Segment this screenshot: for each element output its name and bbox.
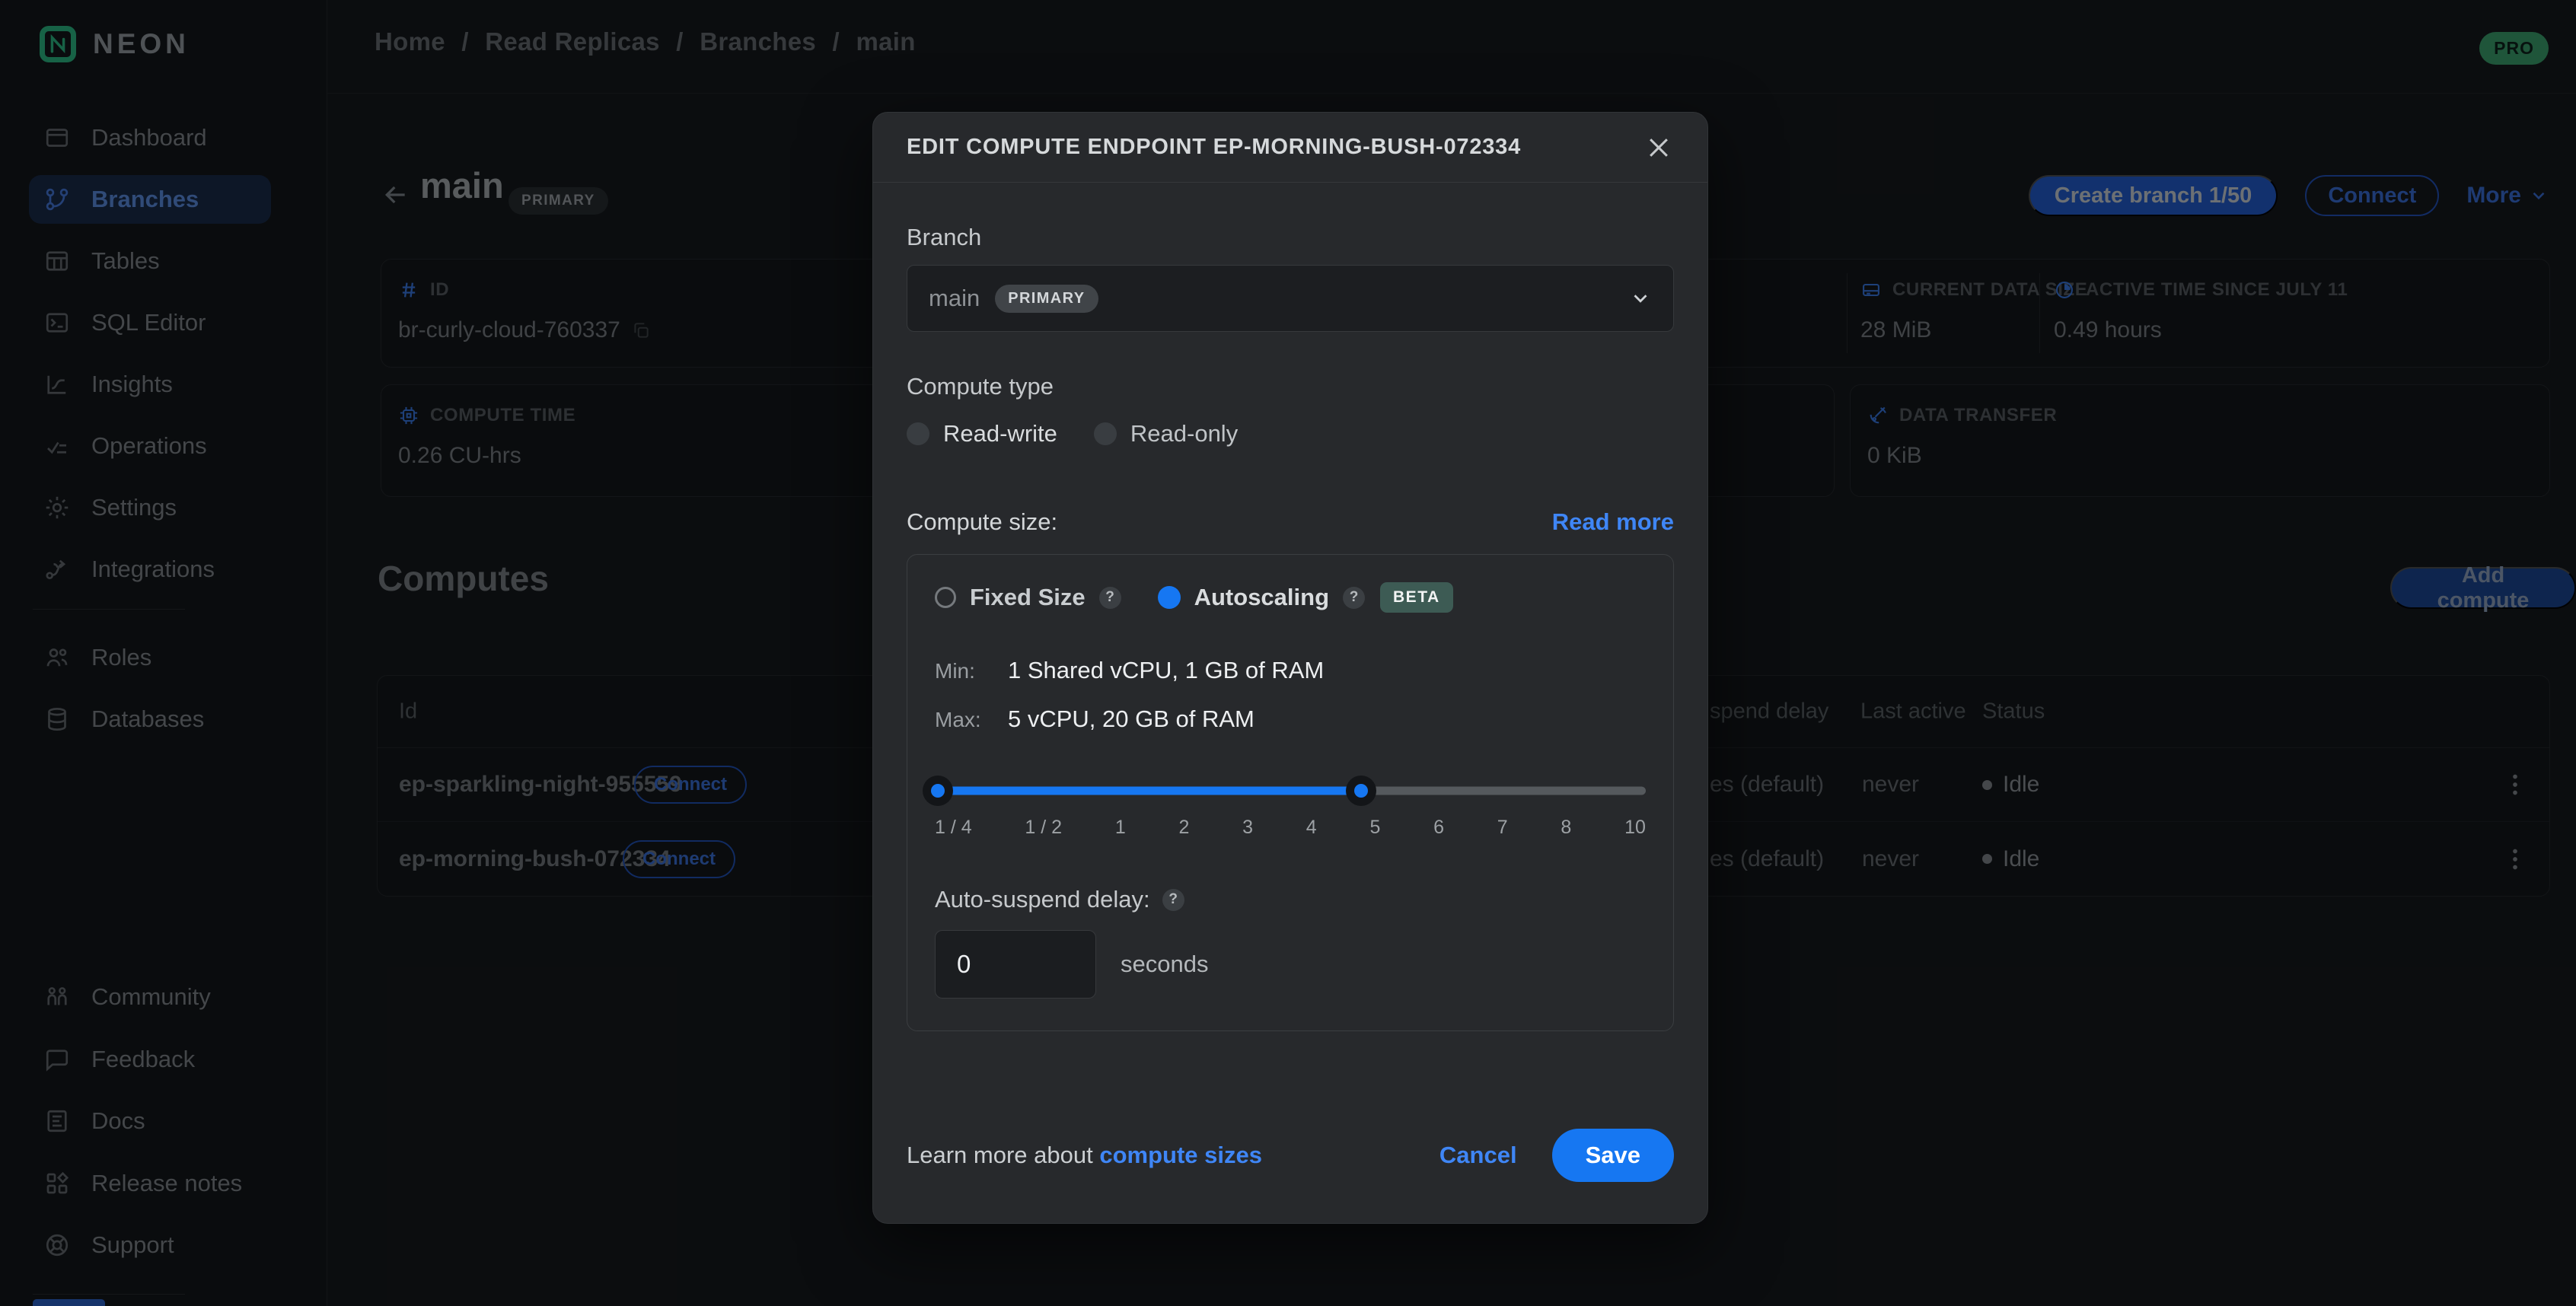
primary-badge: PRIMARY	[995, 285, 1098, 313]
min-label: Min:	[935, 659, 1008, 683]
radio-icon	[1094, 422, 1117, 445]
autoscaling-box: Fixed Size ? Autoscaling ? BETA Min: 1 S…	[907, 554, 1674, 1031]
slider-handle-max[interactable]	[1346, 776, 1376, 806]
auto-suspend-input-row: seconds	[935, 930, 1646, 999]
neon-console: NEON Dashboard Branches Tables SQL Edito…	[0, 0, 2576, 1306]
compute-sizes-link[interactable]: compute sizes	[1099, 1142, 1262, 1168]
min-value: 1 Shared vCPU, 1 GB of RAM	[1008, 657, 1646, 684]
radio-fixed-size[interactable]: Fixed Size ?	[935, 584, 1121, 611]
save-button[interactable]: Save	[1552, 1129, 1674, 1182]
beta-badge: BETA	[1380, 582, 1453, 613]
auto-suspend-input[interactable]	[935, 930, 1096, 999]
modal-title: EDIT COMPUTE ENDPOINT EP-MORNING-BUSH-07…	[907, 135, 1521, 160]
modal-body: Branch main PRIMARY Compute type Read-wr…	[873, 183, 1707, 1129]
modal-header: EDIT COMPUTE ENDPOINT EP-MORNING-BUSH-07…	[873, 113, 1707, 183]
modal-footer: Learn more about compute sizes Cancel Sa…	[873, 1129, 1707, 1223]
branch-select-value: main	[929, 285, 980, 312]
radio-selected-icon	[1158, 586, 1181, 609]
slider-tick-labels: 1 / 4 1 / 2 1 2 3 4 5 6 7 8 10	[935, 817, 1646, 839]
read-more-link[interactable]: Read more	[1552, 508, 1674, 536]
compute-type-options: Read-write Read-only	[907, 420, 1674, 448]
auto-suspend-label: Auto-suspend delay:	[935, 886, 1150, 913]
radio-icon	[907, 422, 929, 445]
seconds-label: seconds	[1121, 951, 1208, 978]
auto-suspend-label-row: Auto-suspend delay: ?	[935, 886, 1646, 913]
branch-select[interactable]: main PRIMARY	[907, 265, 1674, 332]
chevron-down-icon	[1629, 287, 1652, 310]
slider-fill	[935, 787, 1361, 795]
radio-unselected-icon	[935, 587, 956, 608]
radio-read-only[interactable]: Read-only	[1094, 420, 1238, 448]
close-icon[interactable]	[1643, 132, 1674, 163]
compute-size-row: Compute size: Read more	[907, 508, 1674, 536]
learn-more-text: Learn more about compute sizes	[907, 1142, 1262, 1169]
slider-handle-min[interactable]	[923, 776, 953, 806]
compute-type-label: Compute type	[907, 373, 1674, 400]
size-mode-options: Fixed Size ? Autoscaling ? BETA	[935, 582, 1646, 613]
branch-field-label: Branch	[907, 224, 1674, 251]
compute-size-label: Compute size:	[907, 508, 1057, 536]
radio-autoscaling[interactable]: Autoscaling ?	[1158, 584, 1365, 611]
max-label: Max:	[935, 708, 1008, 732]
help-icon[interactable]: ?	[1343, 587, 1365, 609]
max-value: 5 vCPU, 20 GB of RAM	[1008, 706, 1646, 733]
compute-size-slider	[935, 776, 1646, 806]
help-icon[interactable]: ?	[1099, 587, 1121, 609]
min-max-summary: Min: 1 Shared vCPU, 1 GB of RAM Max: 5 v…	[935, 657, 1646, 733]
radio-read-write[interactable]: Read-write	[907, 420, 1057, 448]
help-icon[interactable]: ?	[1162, 889, 1184, 911]
edit-compute-endpoint-modal: EDIT COMPUTE ENDPOINT EP-MORNING-BUSH-07…	[872, 112, 1708, 1224]
cancel-button[interactable]: Cancel	[1439, 1142, 1517, 1169]
